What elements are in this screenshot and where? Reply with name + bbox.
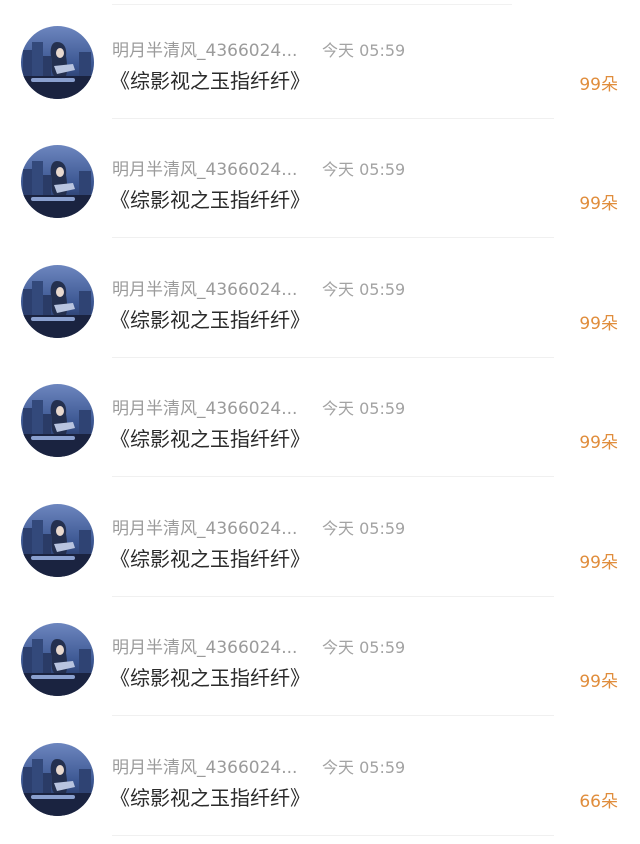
avatar[interactable] — [21, 623, 94, 696]
gift-amount: 99朵 — [579, 75, 618, 95]
row-divider — [112, 715, 554, 716]
gift-time: 今天 05:59 — [322, 758, 406, 777]
book-title[interactable]: 《综影视之玉指纤纤》 — [110, 304, 310, 333]
user-name[interactable]: 明月半清风_4366024... — [112, 633, 297, 658]
avatar[interactable] — [21, 145, 94, 218]
gift-time: 今天 05:59 — [322, 638, 406, 657]
row-divider — [112, 835, 554, 836]
gift-time: 今天 05:59 — [322, 519, 406, 538]
avatar[interactable] — [21, 504, 94, 577]
night-city-girl-avatar-icon — [21, 26, 94, 99]
book-title[interactable]: 《综影视之玉指纤纤》 — [110, 543, 310, 572]
list-item[interactable]: 明月半清风_4366024... 今天 05:59 《综影视之玉指纤纤》 99朵 — [0, 119, 640, 238]
list-item[interactable]: 明月半清风_4366024... 今天 05:59 《综影视之玉指纤纤》 99朵 — [0, 478, 640, 597]
book-title[interactable]: 《综影视之玉指纤纤》 — [110, 65, 310, 94]
book-title[interactable]: 《综影视之玉指纤纤》 — [110, 782, 310, 811]
gift-time: 今天 05:59 — [322, 41, 406, 60]
list-item[interactable]: 明月半清风_4366024... 今天 05:59 《综影视之玉指纤纤》 99朵 — [0, 0, 640, 119]
night-city-girl-avatar-icon — [21, 145, 94, 218]
gift-amount: 99朵 — [579, 672, 618, 692]
gift-time: 今天 05:59 — [322, 160, 406, 179]
night-city-girl-avatar-icon — [21, 504, 94, 577]
user-name[interactable]: 明月半清风_4366024... — [112, 36, 297, 61]
list-item[interactable]: 明月半清风_4366024... 今天 05:59 《综影视之玉指纤纤》 66朵 — [0, 717, 640, 836]
avatar[interactable] — [21, 743, 94, 816]
avatar[interactable] — [21, 26, 94, 99]
row-divider — [112, 476, 554, 477]
avatar[interactable] — [21, 384, 94, 457]
book-title[interactable]: 《综影视之玉指纤纤》 — [110, 662, 310, 691]
gift-time: 今天 05:59 — [322, 399, 406, 418]
gift-amount: 99朵 — [579, 553, 618, 573]
list-item[interactable]: 明月半清风_4366024... 今天 05:59 《综影视之玉指纤纤》 99朵 — [0, 239, 640, 358]
gift-amount: 66朵 — [579, 792, 618, 812]
night-city-girl-avatar-icon — [21, 623, 94, 696]
night-city-girl-avatar-icon — [21, 743, 94, 816]
night-city-girl-avatar-icon — [21, 384, 94, 457]
user-name[interactable]: 明月半清风_4366024... — [112, 155, 297, 180]
book-title[interactable]: 《综影视之玉指纤纤》 — [110, 184, 310, 213]
user-name[interactable]: 明月半清风_4366024... — [112, 394, 297, 419]
gift-amount: 99朵 — [579, 433, 618, 453]
list-item[interactable]: 明月半清风_4366024... 今天 05:59 《综影视之玉指纤纤》 99朵 — [0, 358, 640, 477]
list-item[interactable]: 明月半清风_4366024... 今天 05:59 《综影视之玉指纤纤》 99朵 — [0, 597, 640, 716]
avatar[interactable] — [21, 265, 94, 338]
user-name[interactable]: 明月半清风_4366024... — [112, 275, 297, 300]
row-divider — [112, 237, 554, 238]
night-city-girl-avatar-icon — [21, 265, 94, 338]
user-name[interactable]: 明月半清风_4366024... — [112, 514, 297, 539]
book-title[interactable]: 《综影视之玉指纤纤》 — [110, 423, 310, 452]
gift-amount: 99朵 — [579, 314, 618, 334]
gift-amount: 99朵 — [579, 194, 618, 214]
user-name[interactable]: 明月半清风_4366024... — [112, 753, 297, 778]
gift-time: 今天 05:59 — [322, 280, 406, 299]
